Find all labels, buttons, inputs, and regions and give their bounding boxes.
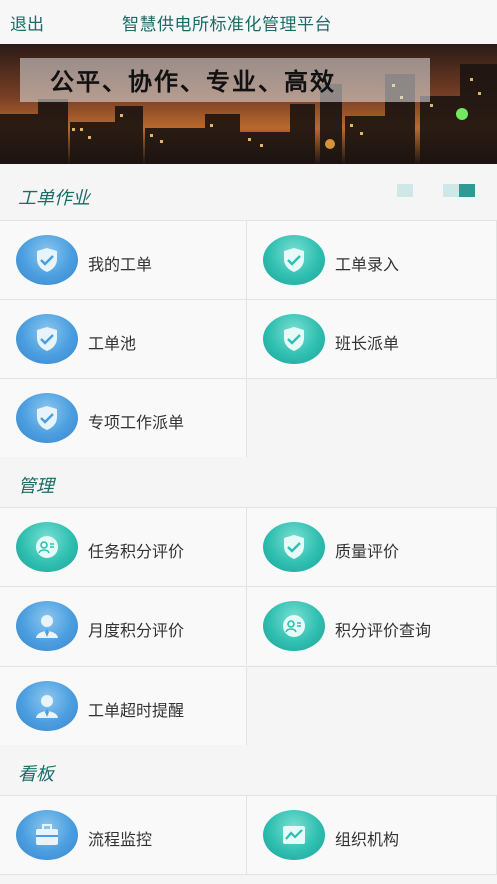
user-card-icon [263, 601, 325, 651]
banner-slogan: 公平、协作、专业、高效 [50, 68, 336, 96]
menu-timeout-reminder[interactable]: 工单超时提醒 [0, 666, 247, 745]
menu-label: 我的工单 [88, 255, 153, 274]
grid-row: 工单池 班长派单 [0, 299, 497, 378]
menu-label: 专项工作派单 [88, 413, 185, 432]
empty-cell [247, 378, 497, 457]
banner-image: 公平、协作、专业、高效 [0, 44, 497, 164]
menu-work-order-pool[interactable]: 工单池 [0, 299, 247, 378]
grid-row: 我的工单 工单录入 [0, 220, 497, 299]
menu-label: 月度积分评价 [88, 621, 185, 640]
section-dashboard: 看板 [0, 752, 497, 788]
shield-check-icon [16, 393, 78, 443]
grid-row: 流程监控 组织机构 [0, 795, 497, 874]
menu-label: 班长派单 [335, 334, 400, 353]
section-title-management: 管理 [18, 476, 54, 497]
grid-row: 工单超时提醒 [0, 666, 497, 745]
section-title-work-orders: 工单作业 [18, 188, 90, 209]
menu-label: 工单池 [88, 334, 137, 353]
briefcase-icon [16, 810, 78, 860]
shield-check-icon [263, 522, 325, 572]
menu-label: 积分评价查询 [335, 621, 432, 640]
menu-task-score-evaluation[interactable]: 任务积分评价 [0, 507, 247, 586]
page-dot-active[interactable] [459, 184, 475, 197]
page-dot-1[interactable] [397, 184, 413, 197]
person-icon [16, 681, 78, 731]
grid-row: 专项工作派单 [0, 378, 497, 457]
menu-special-dispatch[interactable]: 专项工作派单 [0, 378, 247, 457]
menu-monthly-score-evaluation[interactable]: 月度积分评价 [0, 586, 247, 665]
menu-quality-evaluation[interactable]: 质量评价 [247, 507, 497, 586]
menu-label: 流程监控 [88, 830, 153, 849]
top-bar: 退出 智慧供电所标准化管理平台 [0, 0, 497, 44]
page-dot-2[interactable] [443, 184, 459, 197]
section-title-dashboard: 看板 [18, 764, 54, 785]
shield-check-icon [263, 235, 325, 285]
menu-score-query[interactable]: 积分评价查询 [247, 586, 497, 665]
menu-leader-dispatch[interactable]: 班长派单 [247, 299, 497, 378]
shield-check-icon [16, 314, 78, 364]
app-title: 智慧供电所标准化管理平台 [122, 15, 332, 35]
menu-label: 任务积分评价 [88, 542, 185, 561]
menu-process-monitoring[interactable]: 流程监控 [0, 795, 247, 874]
menu-my-work-orders[interactable]: 我的工单 [0, 220, 247, 299]
person-icon [16, 601, 78, 651]
trend-chart-icon [263, 810, 325, 860]
empty-cell [247, 666, 497, 745]
shield-check-icon [263, 314, 325, 364]
menu-label: 质量评价 [335, 542, 400, 561]
menu-label: 组织机构 [335, 830, 400, 849]
section-work-orders: 工单作业 [0, 176, 497, 212]
menu-label: 工单超时提醒 [88, 701, 185, 720]
shield-check-icon [16, 235, 78, 285]
menu-work-order-entry[interactable]: 工单录入 [247, 220, 497, 299]
grid-row: 月度积分评价 积分评价查询 [0, 586, 497, 665]
grid-row: 任务积分评价 质量评价 [0, 507, 497, 586]
user-card-icon [16, 522, 78, 572]
menu-organization[interactable]: 组织机构 [247, 795, 497, 874]
logout-button[interactable]: 退出 [10, 10, 44, 35]
menu-label: 工单录入 [335, 255, 400, 274]
section-management: 管理 [0, 464, 497, 500]
